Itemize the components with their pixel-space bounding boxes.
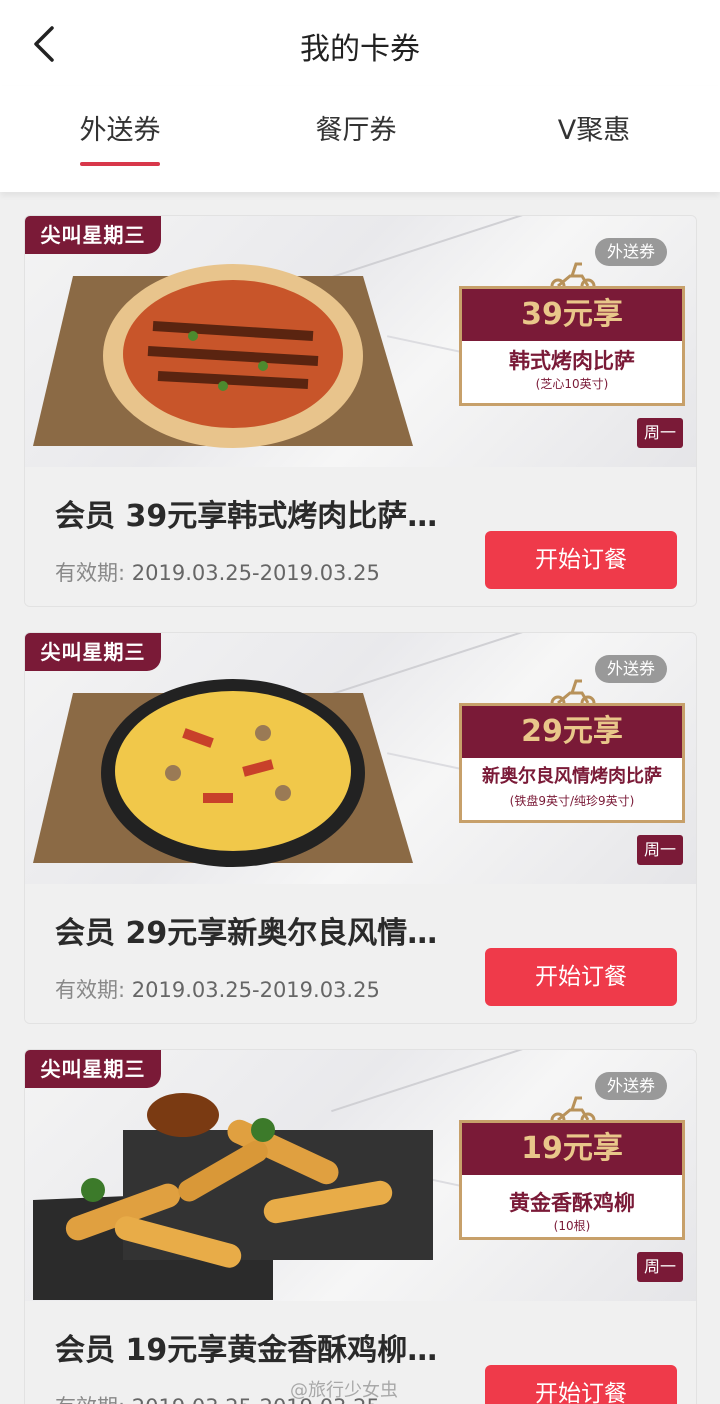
promo-ribbon: 尖叫星期三 xyxy=(25,633,161,671)
validity-dates: 2019.03.25-2019.03.25 xyxy=(131,561,380,585)
offer-box: 19元享 黄金香酥鸡柳 (10根) xyxy=(459,1120,685,1240)
offer-detail: (芝心10英寸) xyxy=(535,377,609,391)
pizza-image xyxy=(33,679,413,867)
coupon-card[interactable]: 尖叫星期三 外送券 29元享 新奥尔良风情烤肉比萨 (铁盘9英寸/纯珍9英寸) … xyxy=(24,632,697,1024)
coupon-type-badge: 外送券 xyxy=(595,1072,668,1100)
coupon-banner[interactable]: 尖叫星期三 外送券 19元享 黄金香酥鸡柳 (10根) 周一 xyxy=(25,1050,696,1301)
coupon-card[interactable]: 尖叫星期三 外送券 19元享 黄金香酥鸡柳 (10根) 周一 会员 19元享黄金… xyxy=(24,1049,697,1404)
coupon-card[interactable]: 尖叫星期三 外送券 39元享 韩式烤肉比萨 (芝心10英寸) 周一 会员 39元… xyxy=(24,215,697,607)
coupon-title: 会员 39元享韩式烤肉比萨… xyxy=(55,499,438,534)
coupon-validity: 有效期: 2019.03.25-2019.03.25 xyxy=(55,974,380,1004)
coupon-banner[interactable]: 尖叫星期三 外送券 29元享 新奥尔良风情烤肉比萨 (铁盘9英寸/纯珍9英寸) … xyxy=(25,633,696,884)
offer-price: 29元享 xyxy=(462,706,682,758)
day-badge: 周一 xyxy=(637,1252,683,1282)
validity-label: 有效期: xyxy=(55,561,126,585)
validity-label: 有效期: xyxy=(55,978,126,1002)
tab-delivery[interactable]: 外送券 xyxy=(20,108,220,147)
coupon-title: 会员 29元享新奥尔良风情… xyxy=(55,916,438,951)
offer-name: 新奥尔良风情烤肉比萨 xyxy=(482,766,662,787)
pizza-image xyxy=(33,264,413,448)
start-order-button[interactable]: 开始订餐 xyxy=(485,948,677,1006)
watermark: @旅行少女虫 xyxy=(290,1380,398,1401)
promo-ribbon: 尖叫星期三 xyxy=(25,1050,161,1088)
offer-name: 黄金香酥鸡柳 xyxy=(509,1191,635,1215)
promo-ribbon: 尖叫星期三 xyxy=(25,216,161,254)
validity-dates: 2019.03.25-2019.03.25 xyxy=(131,978,380,1002)
offer-detail: (铁盘9英寸/纯珍9英寸) xyxy=(509,794,635,808)
active-tab-indicator xyxy=(80,162,160,166)
coupon-type-badge: 外送券 xyxy=(595,655,668,683)
offer-name: 韩式烤肉比萨 xyxy=(509,349,635,373)
offer-box: 29元享 新奥尔良风情烤肉比萨 (铁盘9英寸/纯珍9英寸) xyxy=(459,703,685,823)
offer-price: 39元享 xyxy=(462,289,682,341)
day-badge: 周一 xyxy=(637,835,683,865)
offer-box: 39元享 韩式烤肉比萨 (芝心10英寸) xyxy=(459,286,685,406)
tab-v-deals[interactable]: V聚惠 xyxy=(494,108,694,147)
validity-label: 有效期: xyxy=(55,1395,125,1404)
chicken-strips-image xyxy=(33,1093,433,1300)
start-order-button[interactable]: 开始订餐 xyxy=(485,1365,677,1404)
offer-price: 19元享 xyxy=(462,1123,682,1175)
coupon-validity: 有效期: 2019.03.25-2019.03.25 xyxy=(55,557,380,587)
coupon-info: 会员 29元享新奥尔良风情… 有效期: 2019.03.25-2019.03.2… xyxy=(25,884,696,1023)
start-order-button[interactable]: 开始订餐 xyxy=(485,531,677,589)
day-badge: 周一 xyxy=(637,418,683,448)
tab-restaurant[interactable]: 餐厅券 xyxy=(256,108,456,147)
coupon-title: 会员 19元享黄金香酥鸡柳… xyxy=(55,1333,438,1368)
page-title: 我的卡券 xyxy=(300,32,420,67)
top-nav-bar: 我的卡券 xyxy=(0,0,720,86)
coupon-type-badge: 外送券 xyxy=(595,238,668,266)
offer-detail: (10根) xyxy=(553,1219,591,1233)
coupon-banner[interactable]: 尖叫星期三 外送券 39元享 韩式烤肉比萨 (芝心10英寸) 周一 xyxy=(25,216,696,467)
tab-bar: 外送券 餐厅券 V聚惠 xyxy=(0,86,720,192)
coupon-info: 会员 39元享韩式烤肉比萨… 有效期: 2019.03.25-2019.03.2… xyxy=(25,467,696,606)
